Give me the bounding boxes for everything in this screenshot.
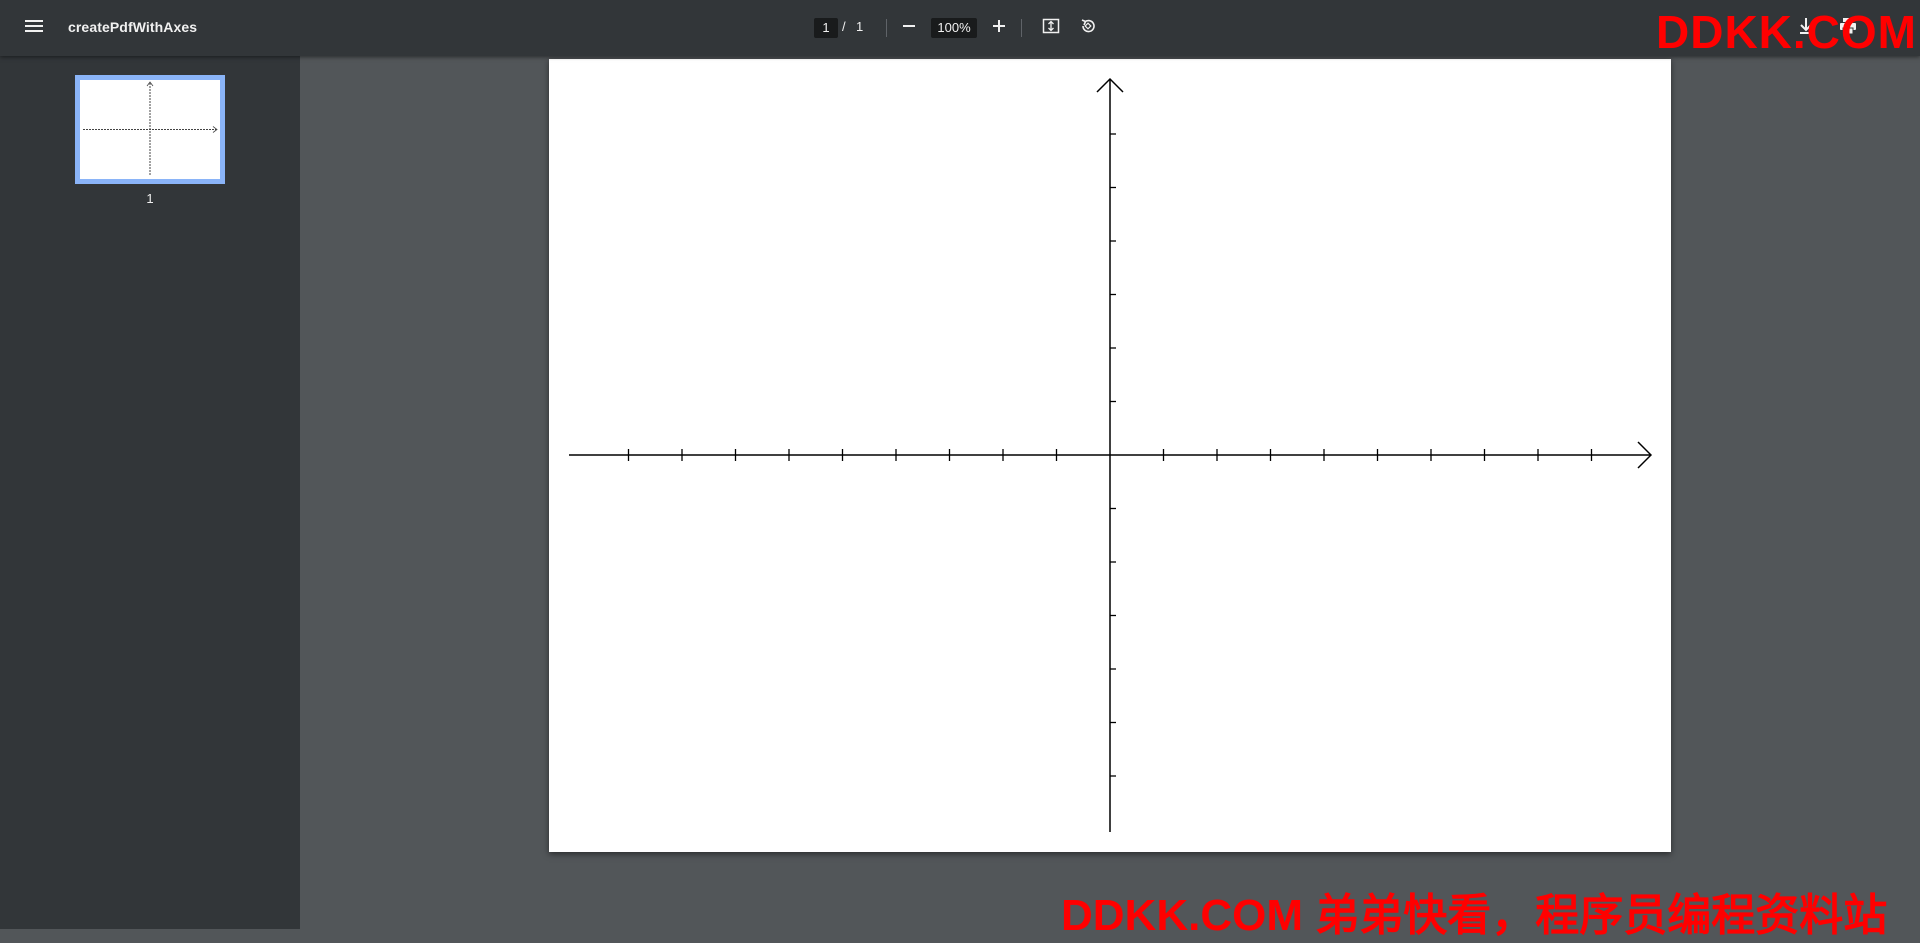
rotate-button[interactable] (1074, 14, 1102, 42)
thumbnail-page-number: 1 (146, 191, 154, 206)
watermark-top: DDKK.COM (1656, 6, 1917, 58)
thumbnail-sidebar: 1 (0, 56, 300, 929)
zoom-level-input[interactable]: 100% (931, 18, 977, 38)
toolbar-divider (886, 19, 887, 37)
toolbar-divider (1021, 19, 1022, 37)
minus-icon (902, 19, 916, 38)
page-total: 1 (856, 19, 864, 34)
coordinate-axes-figure (569, 77, 1653, 832)
fit-to-page-icon (1042, 17, 1060, 40)
watermark-bottom: DDKK.COM 弟弟快看，程序员编程资料站 (1061, 891, 1888, 940)
menu-button[interactable] (16, 12, 52, 44)
plus-icon (992, 19, 1006, 38)
document-title: createPdfWithAxes (68, 19, 198, 35)
menu-icon (25, 19, 43, 38)
page-number-input[interactable]: 1 (814, 18, 838, 38)
fit-to-page-button[interactable] (1037, 14, 1065, 42)
zoom-out-button[interactable] (895, 14, 923, 42)
page-separator: / (842, 19, 846, 34)
page-thumbnail[interactable] (75, 75, 225, 184)
zoom-in-button[interactable] (985, 14, 1013, 42)
pdf-page (549, 59, 1671, 852)
pdf-toolbar: createPdfWithAxes 1 / 1 100% (0, 0, 1920, 56)
thumbnail-axes-preview (83, 81, 218, 176)
rotate-icon (1079, 17, 1097, 40)
